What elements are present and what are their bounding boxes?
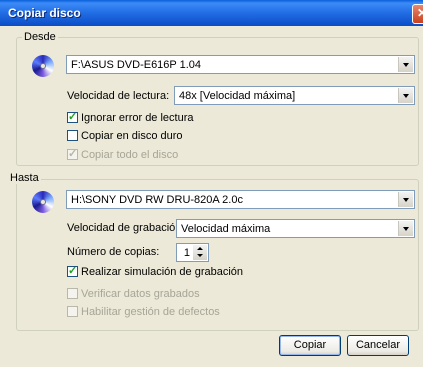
copies-stepper[interactable]: 1 xyxy=(176,243,209,262)
copy-to-hd-checkbox[interactable] xyxy=(67,130,78,141)
copy-button[interactable]: Copiar xyxy=(279,335,341,356)
chevron-down-icon[interactable] xyxy=(398,221,413,236)
window-title: Copiar disco xyxy=(8,6,81,20)
copy-all-label: Copiar todo el disco xyxy=(81,149,179,161)
chevron-down-icon[interactable] xyxy=(398,88,413,103)
source-drive-value: F:\ASUS DVD-E616P 1.04 xyxy=(71,59,202,71)
source-drive-select[interactable]: F:\ASUS DVD-E616P 1.04 xyxy=(66,55,415,74)
copies-label: Número de copias: xyxy=(67,246,160,258)
destination-drive-select[interactable]: H:\SONY DVD RW DRU-820A 2.0c xyxy=(66,190,415,209)
copies-value: 1 xyxy=(183,247,190,259)
defects-checkbox xyxy=(67,306,78,317)
ignore-errors-label[interactable]: Ignorar error de lectura xyxy=(81,112,194,124)
read-speed-value: 48x [Velocidad máxima] xyxy=(179,90,296,102)
chevron-down-icon[interactable] xyxy=(398,192,413,207)
source-legend: Desde xyxy=(22,31,58,43)
destination-drive-value: H:\SONY DVD RW DRU-820A 2.0c xyxy=(71,194,243,206)
write-speed-select[interactable]: Velocidad máxima xyxy=(176,219,415,238)
verify-label: Verificar datos grabados xyxy=(81,288,200,300)
copy-all-checkbox xyxy=(67,147,78,160)
copy-disc-dialog: Copiar disco ✕ Desde F:\ASUS DVD-E616P 1… xyxy=(0,0,423,367)
simulate-label[interactable]: Realizar simulación de grabación xyxy=(81,266,243,278)
write-speed-label: Velocidad de grabación: xyxy=(67,222,185,234)
read-speed-label: Velocidad de lectura: xyxy=(67,90,170,102)
cancel-button[interactable]: Cancelar xyxy=(347,335,409,356)
ignore-errors-checkbox[interactable] xyxy=(67,110,78,123)
destination-legend: Hasta xyxy=(8,172,41,184)
verify-checkbox xyxy=(67,288,78,299)
defects-label: Habilitar gestión de defectos xyxy=(81,306,220,318)
read-speed-select[interactable]: 48x [Velocidad máxima] xyxy=(174,86,415,105)
write-speed-value: Velocidad máxima xyxy=(181,223,271,235)
chevron-down-icon[interactable] xyxy=(398,57,413,72)
spinner-arrows-icon[interactable] xyxy=(193,245,207,260)
source-disc-icon xyxy=(32,55,54,77)
destination-disc-icon xyxy=(32,191,54,213)
title-bar[interactable]: Copiar disco ✕ xyxy=(0,0,423,26)
simulate-checkbox[interactable] xyxy=(67,264,78,277)
copy-to-hd-label[interactable]: Copiar en disco duro xyxy=(81,130,183,142)
close-icon[interactable]: ✕ xyxy=(412,4,423,24)
